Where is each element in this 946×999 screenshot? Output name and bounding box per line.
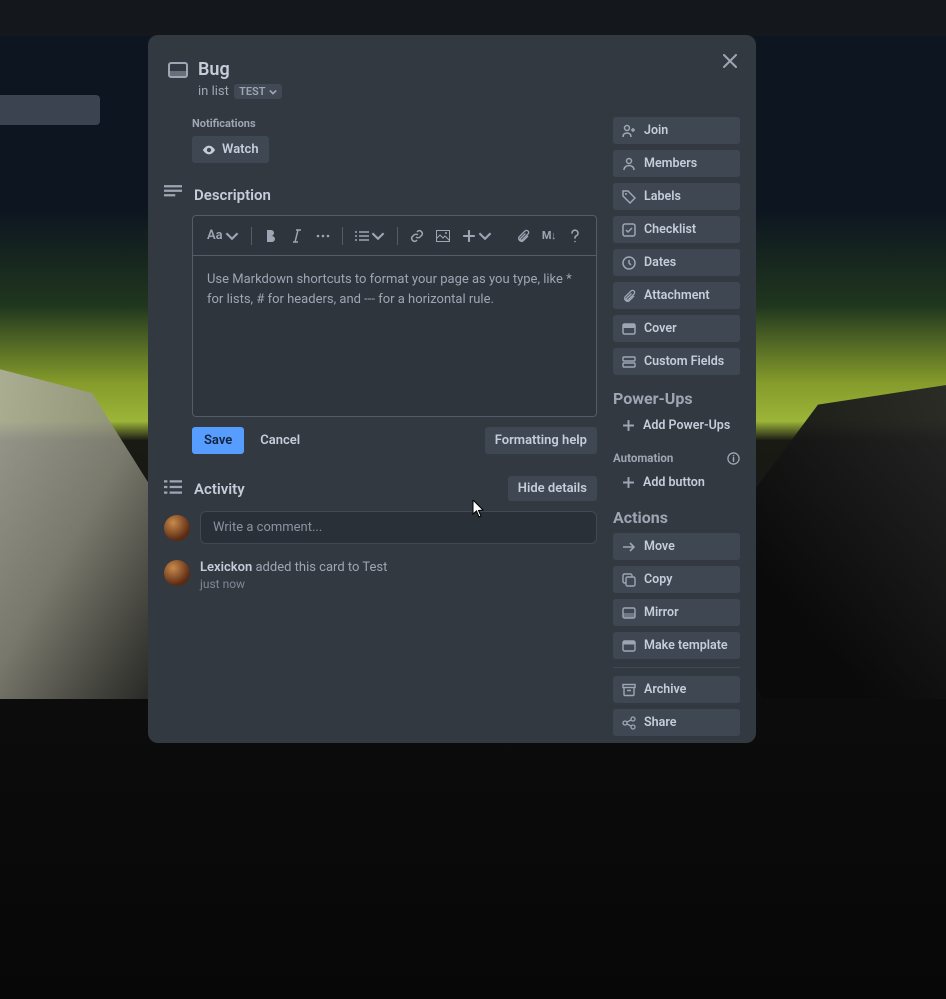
activity-entry-text: Lexickon added this card to Test xyxy=(200,560,387,575)
text-style-dropdown[interactable]: Aa xyxy=(203,224,243,247)
formatting-help-button[interactable]: Formatting help xyxy=(485,427,597,454)
automation-label: Automation xyxy=(613,451,673,465)
hide-details-button[interactable]: Hide details xyxy=(508,476,597,501)
list-icon xyxy=(355,229,369,243)
insert-dropdown[interactable] xyxy=(458,225,496,247)
cover-button[interactable]: Cover xyxy=(613,315,740,342)
editor-toolbar: Aa M↓ xyxy=(193,216,596,256)
custom-fields-button[interactable]: Custom Fields xyxy=(613,348,740,375)
save-button[interactable]: Save xyxy=(192,427,244,454)
chevron-down-icon xyxy=(225,229,239,243)
activity-icon xyxy=(164,479,184,499)
eye-icon xyxy=(202,143,216,157)
mirror-button[interactable]: Mirror xyxy=(613,599,740,626)
card-title[interactable]: Bug xyxy=(198,59,282,80)
card-icon xyxy=(168,59,188,82)
dates-button[interactable]: Dates xyxy=(613,249,740,276)
image-icon xyxy=(436,229,450,243)
share-button[interactable]: Share xyxy=(613,709,740,736)
user-avatar xyxy=(164,515,190,541)
user-icon xyxy=(622,157,636,171)
plus-icon xyxy=(462,229,476,243)
board-list-peek xyxy=(0,95,100,125)
share-icon xyxy=(622,716,636,730)
template-icon xyxy=(622,639,636,653)
checklist-icon xyxy=(622,223,636,237)
plus-icon xyxy=(622,476,635,489)
labels-button[interactable]: Labels xyxy=(613,183,740,210)
question-icon xyxy=(568,229,582,243)
comment-input[interactable]: Write a comment... xyxy=(200,511,597,544)
tag-icon xyxy=(622,190,636,204)
watch-button[interactable]: Watch xyxy=(192,136,269,163)
notifications-label: Notifications xyxy=(192,117,597,130)
cover-icon xyxy=(622,322,636,336)
make-template-button[interactable]: Make template xyxy=(613,632,740,659)
description-editor: Aa M↓ xyxy=(192,215,597,417)
paperclip-icon xyxy=(516,229,530,243)
activity-entry-time[interactable]: just now xyxy=(200,577,387,591)
chevron-down-icon xyxy=(371,229,385,243)
list-dropdown[interactable] xyxy=(351,225,389,247)
attach-button[interactable] xyxy=(512,225,534,247)
checklist-button[interactable]: Checklist xyxy=(613,216,740,243)
card-modal: Bug in list TEST Notifications Watch xyxy=(148,35,756,743)
close-button[interactable] xyxy=(718,49,742,73)
copy-button[interactable]: Copy xyxy=(613,566,740,593)
italic-icon xyxy=(290,229,304,243)
link-icon xyxy=(410,229,424,243)
card-list-location: in list TEST xyxy=(198,84,282,99)
description-textarea[interactable]: Use Markdown shortcuts to format your pa… xyxy=(193,256,596,416)
bold-button[interactable] xyxy=(260,225,282,247)
arrow-right-icon xyxy=(622,540,636,554)
bold-icon xyxy=(264,229,278,243)
chevron-down-icon xyxy=(269,88,277,96)
link-button[interactable] xyxy=(406,225,428,247)
actions-label: Actions xyxy=(613,508,740,527)
plus-icon xyxy=(622,419,635,432)
italic-button[interactable] xyxy=(286,225,308,247)
members-button[interactable]: Members xyxy=(613,150,740,177)
clock-icon xyxy=(622,256,636,270)
powerups-label: Power-Ups xyxy=(613,389,740,408)
separator xyxy=(613,667,740,668)
dots-icon xyxy=(316,229,330,243)
mirror-icon xyxy=(622,606,636,620)
copy-icon xyxy=(622,573,636,587)
editor-help-button[interactable] xyxy=(564,225,586,247)
add-button-button[interactable]: Add button xyxy=(613,471,740,494)
fields-icon xyxy=(622,355,636,369)
user-plus-icon xyxy=(622,124,636,138)
close-icon xyxy=(723,54,737,68)
join-button[interactable]: Join xyxy=(613,117,740,144)
info-icon[interactable] xyxy=(727,452,740,465)
list-chip[interactable]: TEST xyxy=(234,84,281,99)
archive-icon xyxy=(622,683,636,697)
user-avatar xyxy=(164,560,190,586)
activity-heading: Activity xyxy=(194,480,245,498)
description-icon xyxy=(164,185,184,205)
app-topbar xyxy=(0,0,946,36)
more-formatting-button[interactable] xyxy=(312,225,334,247)
image-button[interactable] xyxy=(432,225,454,247)
description-heading: Description xyxy=(194,186,271,204)
attachment-button[interactable]: Attachment xyxy=(613,282,740,309)
paperclip-icon xyxy=(622,289,636,303)
cancel-button[interactable]: Cancel xyxy=(252,427,308,454)
markdown-toggle[interactable]: M↓ xyxy=(538,225,560,246)
move-button[interactable]: Move xyxy=(613,533,740,560)
chevron-down-icon xyxy=(478,229,492,243)
archive-button[interactable]: Archive xyxy=(613,676,740,703)
add-powerups-button[interactable]: Add Power-Ups xyxy=(613,414,740,437)
